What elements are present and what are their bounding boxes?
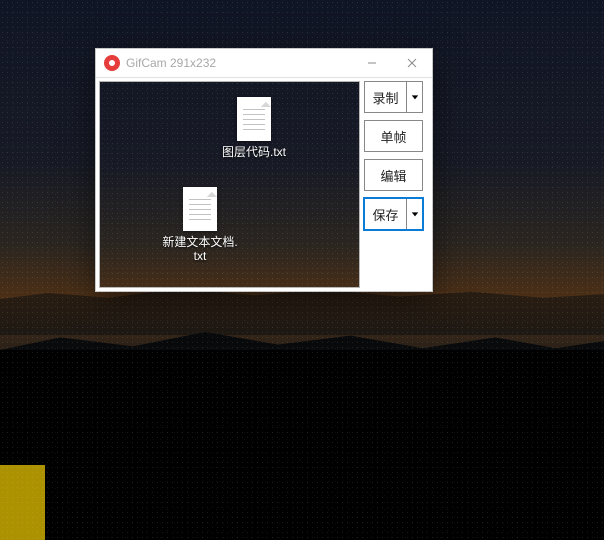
minimize-button[interactable] <box>352 49 392 77</box>
client-area: 图层代码.txt 新建文本文档.txt 录制 单帧 <box>96 78 432 291</box>
minimize-icon <box>367 58 377 68</box>
file-item[interactable]: 新建文本文档.txt <box>162 187 238 263</box>
edit-button[interactable]: 编辑 <box>364 159 423 191</box>
frame-button-label: 单帧 <box>365 121 422 151</box>
chevron-down-icon <box>411 93 419 101</box>
taskbar-fragment <box>0 465 45 540</box>
gifcam-window: GifCam 291x232 <box>95 48 433 292</box>
record-dropdown[interactable] <box>406 82 422 112</box>
edit-button-label: 编辑 <box>365 160 422 190</box>
file-label: 新建文本文档.txt <box>162 235 238 263</box>
record-button-label: 录制 <box>365 82 406 112</box>
desktop-files: 图层代码.txt 新建文本文档.txt <box>100 82 359 287</box>
capture-viewport[interactable]: 图层代码.txt 新建文本文档.txt <box>99 81 360 288</box>
record-button[interactable]: 录制 <box>364 81 423 113</box>
text-document-icon <box>237 97 271 141</box>
close-button[interactable] <box>392 49 432 77</box>
titlebar[interactable]: GifCam 291x232 <box>96 49 432 78</box>
text-document-icon <box>183 187 217 231</box>
save-dropdown[interactable] <box>406 199 422 229</box>
save-button[interactable]: 保存 <box>364 198 423 230</box>
window-title: GifCam 291x232 <box>126 56 352 70</box>
desktop-decoration <box>0 350 604 540</box>
file-label: 图层代码.txt <box>216 145 292 159</box>
app-icon <box>104 55 120 71</box>
close-icon <box>407 58 417 68</box>
gifcam-toolbar: 录制 单帧 编辑 保存 <box>360 81 423 288</box>
file-item[interactable]: 图层代码.txt <box>216 97 292 159</box>
save-button-label: 保存 <box>365 199 406 229</box>
chevron-down-icon <box>411 210 419 218</box>
frame-button[interactable]: 单帧 <box>364 120 423 152</box>
